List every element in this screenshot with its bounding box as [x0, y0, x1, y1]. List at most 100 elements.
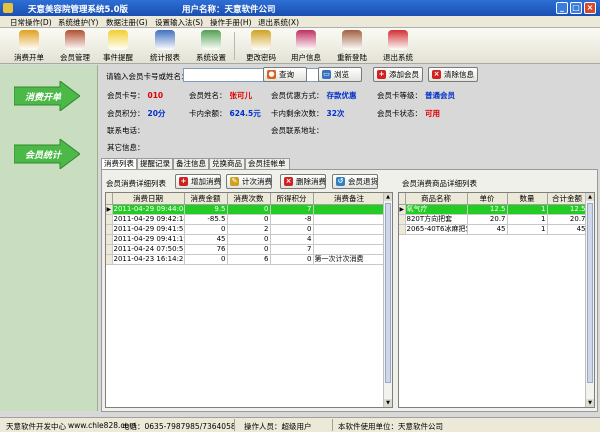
refund-icon: ↺ — [336, 177, 345, 186]
key-icon — [251, 30, 271, 50]
scroll-up-icon[interactable]: ▲ — [384, 193, 392, 201]
minimize-button[interactable]: _ — [556, 2, 568, 14]
user-name-label: 用户名称：天意软件公司 — [182, 5, 276, 15]
goods-list-title: 会员消费商品详细列表 — [402, 179, 477, 188]
scroll-down-icon[interactable]: ▼ — [586, 399, 594, 407]
app-icon — [3, 3, 13, 13]
member-level: 会员卡等级： 普通会员 — [377, 91, 455, 100]
menu-manual[interactable]: 操作手册(H) — [210, 17, 252, 28]
table-row[interactable]: ▶ 氧气疗 12.5 1 12.5 — [399, 204, 588, 215]
window-title: 天意美容院管理系统5.0版 — [28, 5, 129, 15]
add-icon: + — [179, 177, 188, 186]
member-name: 会员姓名： 张可儿 — [189, 91, 252, 100]
status-bar: 天意软件开发中心 www.chle828.com 电话：0635-7987985… — [0, 417, 600, 432]
table-row[interactable]: 2011-04-29 09:42:14 -85.5 0 -8 — [106, 214, 386, 225]
maximize-button[interactable]: □ — [570, 2, 582, 14]
tab-credit[interactable]: 会员挂帐单 — [245, 158, 290, 169]
member-phone: 联系电话： — [107, 126, 145, 135]
pencil-icon: ✎ — [230, 177, 239, 186]
tool-billing[interactable]: 消费开单 — [8, 29, 50, 63]
member-other: 其它信息： — [107, 143, 145, 152]
status-licensee: 本软件使用单位：天意软件公司 — [338, 422, 443, 431]
goods-grid-header: 商品名称 单价 数量 合计金额 — [399, 193, 588, 205]
col-total[interactable]: 合计金额 — [547, 193, 588, 205]
status-operator: 操作人员：超级用户 — [244, 422, 312, 431]
col-remark[interactable]: 消费备注 — [313, 193, 386, 205]
table-row[interactable]: 820T方向把套 20.7 1 20.7 — [399, 214, 588, 225]
scroll-down-icon[interactable]: ▼ — [384, 399, 392, 407]
menu-bar: 日常操作(D) 系统维护(Y) 数据注册(G) 设置输入法(S) 操作手册(H)… — [0, 16, 600, 28]
scroll-up-icon[interactable]: ▲ — [586, 193, 594, 201]
sidebar-billing-button[interactable]: 消费开单 — [14, 81, 80, 111]
col-times[interactable]: 消费次数 — [227, 193, 271, 205]
table-row[interactable]: 2011-04-29 09:41:52 0 2 0 — [106, 224, 386, 235]
tab-consume-list[interactable]: 消费列表 — [101, 158, 137, 169]
table-row[interactable]: ▶ 2011-04-29 09:44:04 9.5 0 7 — [106, 204, 386, 215]
table-row[interactable]: 2011-04-24 07:50:51 76 0 7 — [106, 244, 386, 255]
col-points[interactable]: 所得积分 — [270, 193, 314, 205]
count-consume-button[interactable]: ✎ 计次消费 — [226, 174, 272, 189]
member-refund-button[interactable]: ↺ 会员退货 — [332, 174, 378, 189]
goods-grid-scrollbar[interactable]: ▲ ▼ — [585, 193, 594, 407]
tool-user-info[interactable]: 用户信息 — [285, 29, 327, 63]
goods-grid[interactable]: 商品名称 单价 数量 合计金额 ▶ 氧气疗 12.5 1 12.5 820T方向… — [398, 192, 595, 408]
sidebar-stats-label: 会员统计 — [24, 151, 61, 161]
col-date[interactable]: 消费日期 — [112, 193, 185, 205]
add-consume-button[interactable]: + 增加消费 — [175, 174, 221, 189]
member-address: 会员联系地址： — [271, 126, 324, 135]
coins-icon — [19, 30, 39, 50]
table-row[interactable]: 2011-04-23 16:14:25 0 6 0 第一次计次消费 — [106, 254, 386, 265]
member-points: 会员积分： 20分 — [107, 109, 166, 118]
clear-info-button[interactable]: × 清除信息 — [428, 67, 478, 82]
member-status: 会员卡状态： 可用 — [377, 109, 440, 118]
bulb-icon — [108, 30, 128, 50]
menu-exit[interactable]: 退出系统(X) — [258, 17, 299, 28]
col-amount[interactable]: 消费金额 — [184, 193, 228, 205]
tool-settings[interactable]: 系统设置 — [190, 29, 232, 63]
close-button[interactable]: × — [584, 2, 596, 14]
tab-exchange[interactable]: 兑换商品 — [209, 158, 245, 169]
settings-icon — [201, 30, 221, 50]
col-goods-name[interactable]: 商品名称 — [405, 193, 468, 205]
query-button[interactable]: ● 查询 — [263, 67, 307, 82]
consume-grid[interactable]: 消费日期 消费金额 消费次数 所得积分 消费备注 ▶ 2011-04-29 09… — [105, 192, 393, 408]
tool-reports[interactable]: 统计报表 — [144, 29, 186, 63]
consume-grid-scrollbar[interactable]: ▲ ▼ — [383, 193, 392, 407]
tool-reminder[interactable]: 事件提醒 — [97, 29, 139, 63]
menu-maintenance[interactable]: 系统维护(Y) — [58, 17, 98, 28]
delete-icon: × — [284, 177, 293, 186]
clear-icon: × — [432, 70, 441, 79]
status-company: 天意软件开发中心 — [6, 422, 66, 431]
toolbar: 消费开单 会员管理 事件提醒 统计报表 系统设置 更改密码 用户信息 重新登陆 … — [0, 28, 600, 64]
sidebar-billing-label: 消费开单 — [24, 93, 61, 103]
member-card: 会员卡号： 010 — [107, 91, 164, 100]
book-icon — [296, 30, 316, 50]
add-icon: + — [377, 70, 386, 79]
status-phone: 电话：0635-7987985/7364058 — [122, 422, 236, 431]
col-quantity[interactable]: 数量 — [507, 193, 548, 205]
consume-grid-header: 消费日期 消费金额 消费次数 所得积分 消费备注 — [106, 193, 386, 205]
scroll-thumb[interactable] — [385, 203, 391, 383]
table-row[interactable]: 2065-40T6冰麻把套 45 1 45 — [399, 224, 588, 235]
sidebar-stats-button[interactable]: 会员统计 — [14, 139, 80, 169]
member-balance: 卡内余额： 624.5元 — [189, 109, 261, 118]
menu-input-method[interactable]: 设置输入法(S) — [155, 17, 203, 28]
toolbar-separator — [234, 32, 235, 60]
tab-notes[interactable]: 备注信息 — [173, 158, 209, 169]
menu-daily[interactable]: 日常操作(D) — [10, 17, 52, 28]
tool-change-password[interactable]: 更改密码 — [240, 29, 282, 63]
menu-register[interactable]: 数据注册(G) — [106, 17, 148, 28]
col-unit-price[interactable]: 单价 — [467, 193, 508, 205]
tab-reminders[interactable]: 提醒记录 — [137, 158, 173, 169]
add-member-button[interactable]: + 添加会员 — [373, 67, 423, 82]
delete-consume-button[interactable]: × 删除消费 — [280, 174, 326, 189]
search-icon: ● — [267, 70, 276, 79]
tool-exit[interactable]: 退出系统 — [377, 29, 419, 63]
table-row[interactable]: 2011-04-29 09:41:19 45 0 4 — [106, 234, 386, 245]
report-icon — [155, 30, 175, 50]
scroll-thumb[interactable] — [587, 203, 593, 383]
tool-relogin[interactable]: 重新登陆 — [331, 29, 373, 63]
browse-button[interactable]: ▭ 浏览 — [318, 67, 362, 82]
member-discount: 会员优惠方式： 存款优惠 — [271, 91, 357, 100]
tool-member-manage[interactable]: 会员管理 — [54, 29, 96, 63]
